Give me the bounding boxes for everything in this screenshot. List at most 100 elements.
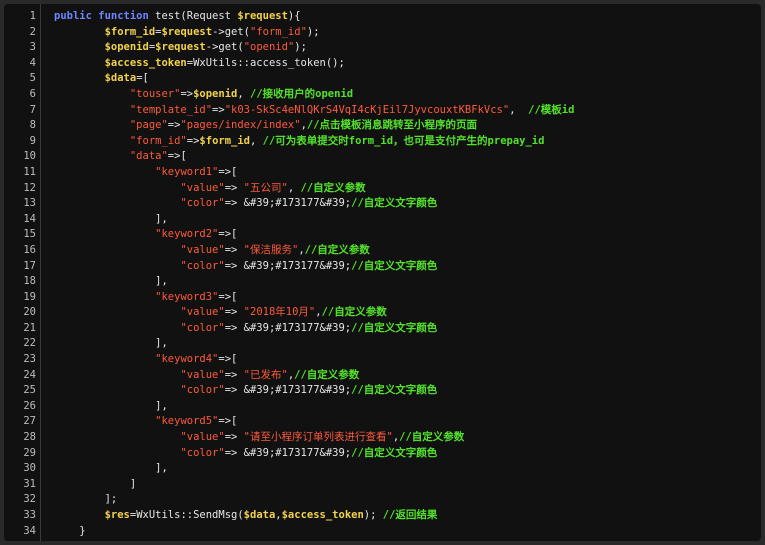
variable-token: $request	[237, 10, 288, 22]
line-text: "form_id"=>$form_id, //可为表单提交时form_id，也可…	[54, 134, 545, 150]
line-text: "keyword3"=>[	[54, 290, 237, 306]
line-text: $form_id=$request->get("form_id");	[54, 25, 320, 41]
line-text: "color"=> &#39;#173177&#39;//自定义文字颜色	[54, 383, 437, 399]
line-text: ],	[54, 212, 168, 228]
code-line: 34 }	[4, 524, 761, 540]
code-line: 26 ],	[4, 399, 761, 415]
code-token: =>	[224, 431, 244, 444]
line-number: 18	[23, 275, 36, 288]
code-token: =>	[224, 368, 244, 381]
code-line: 1 public function test(Request $request){	[4, 9, 761, 25]
string-token: "保洁服务"	[243, 243, 299, 256]
code-line: 3 $openid=$request->get("openid");	[4, 40, 761, 56]
line-number: 22	[23, 337, 36, 350]
line-number: 32	[23, 493, 36, 506]
code-line: 33 $res=WxUtils::SendMsg($data,$access_t…	[4, 508, 761, 524]
code-line: 20 "value"=> "2018年10月",//自定义参数	[4, 305, 761, 321]
code-line: 22 ],	[4, 336, 761, 352]
string-token: "已发布"	[243, 368, 288, 381]
line-number: 4	[29, 56, 36, 69]
line-text: ];	[54, 492, 118, 508]
string-token: "template_id"	[129, 103, 213, 116]
line-text: "touser"=>$openid, //接收用户的openid	[54, 87, 353, 103]
code-line: 2 $form_id=$request->get("form_id");	[4, 25, 761, 41]
string-token: "k03-SkSc4eNlQKrS4VqI4cKjEil7JyvcouxtKBF…	[224, 103, 510, 116]
code-token: =>[	[218, 415, 238, 428]
line-number: 21	[23, 321, 36, 334]
code-token: }	[54, 524, 86, 537]
line-number: 5	[29, 72, 36, 85]
comment-token: //自定义参数	[304, 243, 370, 256]
code-line: 23 "keyword4"=>[	[4, 352, 761, 368]
code-line: 9 "form_id"=>$form_id, //可为表单提交时form_id，…	[4, 134, 761, 150]
code-token: => &#39;#173177&#39;	[224, 384, 352, 397]
line-text: "keyword2"=>[	[54, 227, 237, 243]
code-line: 29 "color"=> &#39;#173177&#39;//自定义文字颜色	[4, 446, 761, 462]
line-number: 31	[23, 477, 36, 490]
code-line: 24 "value"=> "已发布",//自定义参数	[4, 368, 761, 384]
string-token: "color"	[180, 321, 225, 334]
string-token: "openid"	[243, 41, 295, 54]
code-area[interactable]: 1 public function test(Request $request){…	[4, 9, 761, 539]
variable-token: $access_token	[281, 509, 364, 521]
variable-token: $openid	[104, 41, 149, 54]
variable-token: $form_id	[199, 134, 250, 147]
line-number: 8	[29, 119, 36, 132]
code-line: 5 $data=[	[4, 71, 761, 87]
comment-token: //点击模板消息跳转至小程序的页面	[306, 119, 478, 132]
code-token: ],	[54, 337, 168, 350]
string-token: "2018年10月"	[243, 306, 316, 319]
line-number: 2	[29, 25, 36, 38]
comment-token: //可为表单提交时form_id，也可是支付产生的prepay_id	[262, 134, 545, 147]
code-token: =>	[212, 103, 225, 116]
line-number: 1	[29, 10, 36, 22]
string-token: "value"	[180, 368, 225, 381]
string-token: "value"	[180, 306, 225, 319]
comment-token: //自定义文字颜色	[351, 384, 438, 397]
line-text: "value"=> "保洁服务",//自定义参数	[54, 243, 370, 259]
line-text: }	[54, 524, 86, 540]
line-text: $data=[	[54, 71, 149, 87]
code-token: =>	[224, 243, 244, 256]
keyword-token: public function	[54, 10, 149, 22]
line-text: "color"=> &#39;#173177&#39;//自定义文字颜色	[54, 446, 437, 462]
code-token: );	[363, 509, 383, 521]
code-token: ],	[54, 275, 168, 288]
code-token: ],	[54, 399, 168, 412]
line-number: 26	[23, 399, 36, 412]
code-line: 15 "keyword2"=>[	[4, 227, 761, 243]
code-token: =>[	[218, 290, 238, 303]
variable-token: $data	[104, 72, 137, 85]
line-text: "value"=> "2018年10月",//自定义参数	[54, 305, 386, 321]
code-line: 12 "value"=> "五公司", //自定义参数	[4, 181, 761, 197]
comment-token: //自定义参数	[399, 431, 465, 444]
string-token: "keyword1"	[155, 165, 219, 178]
code-line: 28 "value"=> "请至小程序订单列表进行查看",//自定义参数	[4, 430, 761, 446]
line-text: ]	[54, 477, 136, 493]
code-token: =>	[224, 306, 244, 319]
string-token: "color"	[180, 197, 225, 210]
code-token: ]	[54, 477, 137, 490]
line-number: 13	[23, 197, 36, 210]
code-editor[interactable]: 1 public function test(Request $request){…	[4, 4, 761, 541]
code-token: =>[	[218, 353, 238, 366]
code-line: 11 "keyword1"=>[	[4, 165, 761, 181]
code-token: =>	[186, 134, 200, 147]
code-token: =>[	[167, 150, 187, 163]
code-token: test(Request	[148, 10, 238, 22]
line-text: "keyword4"=>[	[54, 352, 237, 368]
